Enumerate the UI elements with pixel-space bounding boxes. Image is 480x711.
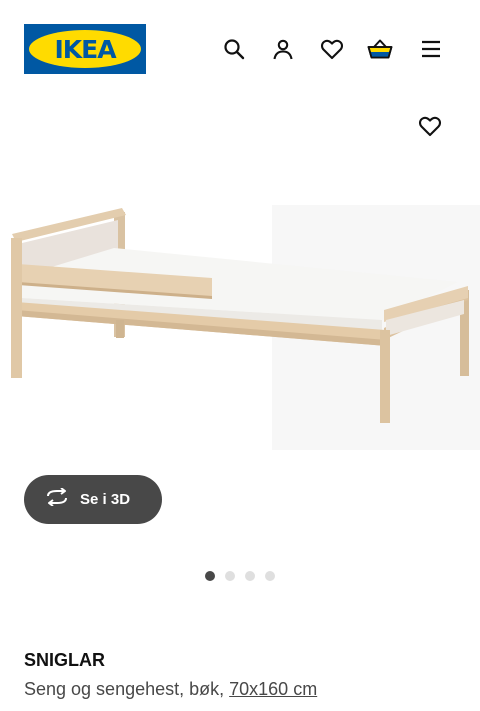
search-icon[interactable] [221,36,247,62]
view-in-3d-label: Se i 3D [80,491,131,508]
menu-icon[interactable] [418,36,444,62]
ikea-logo[interactable]: IKEA [24,24,146,74]
rotate-3d-icon [44,487,70,511]
view-in-3d-button[interactable]: Se i 3D [24,475,162,524]
product-size-link[interactable]: 70x160 cm [229,679,317,699]
basket-icon[interactable] [367,36,393,62]
product-description-text: Seng og sengehest, bøk, [24,679,230,699]
product-description: Seng og sengehest, bøk, 70x160 cm [24,679,317,700]
product-image[interactable] [0,190,480,490]
add-to-favourites-icon[interactable] [416,112,444,140]
product-name: SNIGLAR [24,650,105,670]
logo-text: IKEA [54,34,116,64]
heart-icon[interactable] [319,36,345,62]
site-header: IKEA [0,0,480,100]
carousel-dot-2[interactable] [225,571,235,581]
image-carousel-dots [205,571,275,581]
carousel-dot-3[interactable] [245,571,255,581]
logo-oval: IKEA [29,30,141,68]
user-icon[interactable] [270,36,296,62]
carousel-dot-1[interactable] [205,571,215,581]
carousel-dot-4[interactable] [265,571,275,581]
